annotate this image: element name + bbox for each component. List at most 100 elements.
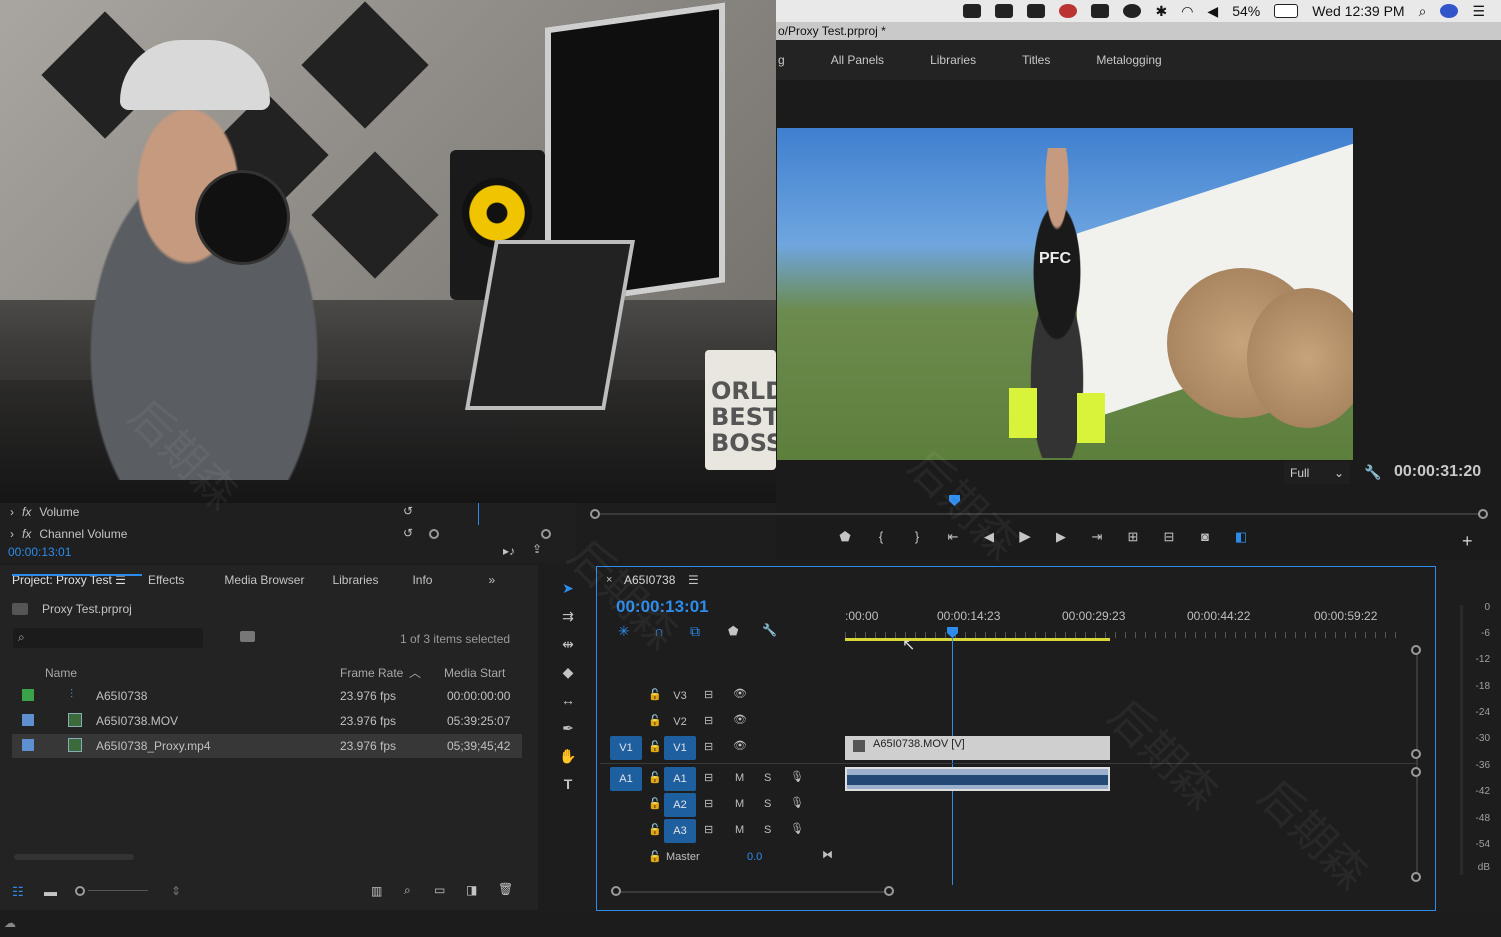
airplay-icon[interactable] xyxy=(1091,4,1110,18)
hand-tool-icon[interactable]: ✋ xyxy=(558,748,578,766)
program-monitor-video[interactable]: PFC xyxy=(777,128,1353,460)
wrench-icon[interactable]: 🔧 xyxy=(1364,464,1381,481)
column-frame-rate[interactable]: Frame Rate xyxy=(340,666,403,680)
export-frame-camera-icon[interactable]: ◙ xyxy=(1196,528,1214,546)
go-to-end-icon[interactable]: ⧓ xyxy=(822,848,833,861)
fx-row-volume[interactable]: › fx Volume xyxy=(10,505,79,519)
battery-icon[interactable] xyxy=(1274,4,1299,18)
lock-icon[interactable]: 🔓 xyxy=(648,771,662,784)
new-item-icon[interactable]: ◨ xyxy=(466,883,477,897)
label-color-swatch[interactable] xyxy=(22,739,34,751)
fx-scroll-end-handle[interactable] xyxy=(541,529,551,539)
zoom-slider-track[interactable] xyxy=(88,890,148,891)
vscroll-bottom-handle[interactable] xyxy=(1411,872,1421,882)
go-to-out-icon[interactable]: ⇥ xyxy=(1088,528,1106,546)
timeline-horizontal-scrollbar[interactable] xyxy=(616,891,890,893)
sync-lock-icon[interactable]: ⊟ xyxy=(704,714,713,727)
creative-cloud-icon[interactable] xyxy=(1027,4,1046,18)
column-media-start[interactable]: Media Start xyxy=(444,666,505,680)
sort-icon[interactable]: ⇕ xyxy=(171,884,181,898)
track-target-a1[interactable]: A1 xyxy=(664,767,696,791)
lift-icon[interactable]: ⊞ xyxy=(1124,528,1142,546)
type-tool-icon[interactable]: T xyxy=(558,776,578,794)
add-marker-icon[interactable]: ⬟ xyxy=(728,624,738,638)
reset-icon[interactable]: ↺ xyxy=(403,526,413,540)
sync-lock-icon[interactable]: ⊟ xyxy=(704,797,713,810)
vscroll-audio-handle[interactable] xyxy=(1411,767,1421,777)
linked-selection-icon[interactable]: ⧉ xyxy=(690,623,700,640)
workspace-tab[interactable]: g xyxy=(778,53,785,67)
pen-tool-icon[interactable]: ✒ xyxy=(558,720,578,738)
source-patch-a1[interactable]: A1 xyxy=(610,767,642,791)
fx-scroll-start-handle[interactable] xyxy=(429,529,439,539)
scrub-end-handle[interactable] xyxy=(1478,509,1488,519)
mute-button[interactable]: M xyxy=(735,824,744,836)
list-view-icon[interactable]: ☷ xyxy=(12,884,24,900)
track-target-a3[interactable]: A3 xyxy=(664,819,696,843)
lock-icon[interactable]: 🔓 xyxy=(648,714,662,727)
dropbox-icon[interactable] xyxy=(995,4,1014,18)
vscroll-top-handle[interactable] xyxy=(1411,645,1421,655)
sort-ascending-icon[interactable]: ︿ xyxy=(409,664,421,681)
track-target-v3[interactable]: V3 xyxy=(664,684,696,708)
microphone-icon[interactable]: 🎙 xyxy=(790,770,804,783)
track-target-v2[interactable]: V2 xyxy=(664,710,696,734)
panel-menu-icon[interactable]: ☰ xyxy=(688,573,699,587)
new-bin-from-search-icon[interactable] xyxy=(240,631,255,642)
menubar-clock[interactable]: Wed 12:39 PM xyxy=(1312,3,1404,19)
hscroll-start-handle[interactable] xyxy=(611,886,621,896)
table-row-selected[interactable]: A65I0738_Proxy.mp4 23.976 fps 05;39;45;4… xyxy=(12,734,522,758)
sync-lock-icon[interactable]: ⊟ xyxy=(704,823,713,836)
timeline-settings-wrench-icon[interactable]: 🔧 xyxy=(762,623,777,637)
automate-to-sequence-icon[interactable]: ▥ xyxy=(371,884,382,898)
time-machine-icon[interactable] xyxy=(1123,4,1142,18)
lock-icon[interactable]: 🔓 xyxy=(648,850,662,863)
table-row[interactable]: A65I0738.MOV 23.976 fps 05:39:25:07 xyxy=(12,709,522,733)
spotlight-search-icon[interactable]: ⌕ xyxy=(1419,3,1427,20)
notification-center-icon[interactable]: ☰ xyxy=(1472,3,1485,20)
program-duration-timecode[interactable]: 00:00:31:20 xyxy=(1394,463,1481,481)
workspace-tab-libraries[interactable]: Libraries xyxy=(930,53,976,67)
project-search-input[interactable]: ⌕ xyxy=(13,628,203,648)
mute-button[interactable]: M xyxy=(735,772,744,784)
step-forward-icon[interactable]: ▶ xyxy=(1052,528,1070,546)
chevron-right-icon[interactable]: › xyxy=(10,505,14,519)
timeline-vertical-scrollbar[interactable] xyxy=(1416,648,1418,880)
eye-icon[interactable]: 👁 xyxy=(733,713,747,726)
extract-icon[interactable]: ⊟ xyxy=(1160,528,1178,546)
sync-lock-icon[interactable]: ⊟ xyxy=(704,771,713,784)
toggle-proxies-icon[interactable]: ◧ xyxy=(1232,528,1250,546)
vscroll-video-handle[interactable] xyxy=(1411,749,1421,759)
program-scrub-bar[interactable] xyxy=(595,513,1485,515)
label-color-swatch[interactable] xyxy=(22,689,34,701)
eye-icon[interactable]: 👁 xyxy=(733,739,747,752)
volume-icon[interactable]: ◀ xyxy=(1207,3,1218,20)
workspace-tab-metalogging[interactable]: Metalogging xyxy=(1096,53,1161,67)
new-bin-icon[interactable]: ▭ xyxy=(434,883,445,897)
scrub-start-handle[interactable] xyxy=(590,509,600,519)
solo-button[interactable]: S xyxy=(764,772,771,784)
work-area-bar[interactable] xyxy=(845,638,1110,641)
lock-icon[interactable]: 🔓 xyxy=(648,688,662,701)
tab-libraries[interactable]: Libraries xyxy=(314,573,388,587)
battery-percent[interactable]: 54% xyxy=(1232,3,1260,19)
microphone-icon[interactable]: 🎙 xyxy=(790,822,804,835)
reset-icon[interactable]: ↺ xyxy=(403,504,413,518)
button-editor-plus-icon[interactable]: + xyxy=(1462,531,1473,552)
track-target-v1[interactable]: V1 xyxy=(664,736,696,760)
trash-icon[interactable]: 🗑 xyxy=(498,882,513,896)
microphone-icon[interactable]: 🎙 xyxy=(790,796,804,809)
bluetooth-icon[interactable]: ✱ xyxy=(1155,3,1167,20)
add-marker-icon[interactable]: ⬟ xyxy=(836,528,854,546)
play-audio-icon[interactable]: ▸♪ xyxy=(503,544,515,558)
solo-button[interactable]: S xyxy=(764,824,771,836)
label-color-swatch[interactable] xyxy=(22,714,34,726)
record-icon[interactable] xyxy=(1059,4,1078,18)
lock-icon[interactable]: 🔓 xyxy=(648,797,662,810)
mark-in-icon[interactable]: { xyxy=(872,528,890,546)
siri-icon[interactable] xyxy=(1440,4,1459,18)
column-name[interactable]: Name xyxy=(45,666,77,680)
find-icon[interactable]: ⌕ xyxy=(404,883,411,898)
wifi-icon[interactable]: ◠ xyxy=(1181,3,1193,20)
resolution-dropdown[interactable]: Full ⌄ xyxy=(1284,462,1350,484)
